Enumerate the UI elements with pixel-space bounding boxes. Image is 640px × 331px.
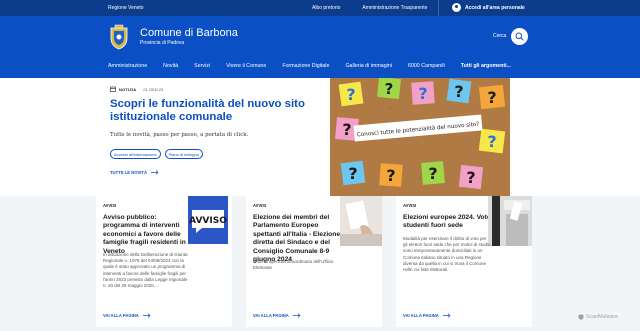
divider: [438, 0, 439, 16]
hero-image-corkboard: ? ? ? ? ? ? ? ? ? ? ? Conosci tutte le p…: [330, 78, 510, 196]
news-card-3: AVVISI Elezioni europee 2024. Voto stude…: [396, 196, 532, 327]
card-more-label: VAI ALLA PAGINA: [403, 313, 439, 318]
site-title[interactable]: Comune di Barbona: [140, 27, 238, 39]
card-more-label: VAI ALLA PAGINA: [253, 313, 289, 318]
chip-accessi[interactable]: Accessi all'informazione: [110, 149, 161, 159]
nav-item-servizi[interactable]: Servizi: [194, 63, 210, 69]
svg-text:?: ?: [487, 88, 496, 107]
search-label: Cerca: [493, 33, 507, 39]
svg-text:?: ?: [454, 82, 463, 101]
hero-title[interactable]: Scopri le funzionalità del nuovo sito is…: [110, 98, 310, 124]
search-icon: [515, 32, 524, 41]
card-category: AVVISI: [253, 203, 267, 208]
card-body: In attuazione della Deliberazione di Giu…: [103, 252, 188, 289]
nav-item-galleria[interactable]: Galleria di immagini: [345, 63, 392, 69]
hero-tag: NOTIZIA 01 GEN 23: [110, 86, 163, 92]
search-button[interactable]: [511, 28, 528, 45]
main-nav: Amministrazione Novità Servizi Vivere il…: [108, 63, 527, 69]
amministrazione-trasparente-link[interactable]: Amministrazione Trasparente: [362, 5, 427, 11]
svg-text:?: ?: [342, 120, 351, 139]
arrow-right-icon: [442, 313, 451, 318]
card-more-label: VAI ALLA PAGINA: [103, 313, 139, 318]
calendar-icon: [110, 86, 116, 92]
svg-text:?: ?: [385, 80, 394, 98]
card-category: AVVISI: [103, 203, 117, 208]
watermark-text: ScanMalware: [586, 314, 619, 320]
scanmalware-logo-icon: [578, 314, 584, 320]
chip-piano[interactable]: Piano di sviluppo: [164, 149, 203, 159]
svg-text:?: ?: [348, 164, 357, 183]
ballot-box-photo: [488, 196, 532, 246]
svg-text:?: ?: [418, 84, 427, 103]
arrow-right-icon: [151, 170, 159, 175]
card-title[interactable]: Elezioni europee 2024. Voto studenti fuo…: [403, 214, 491, 231]
site-header: Comune di Barbona Provincia di Padova Ce…: [0, 16, 640, 78]
nav-item-vivere[interactable]: Vivere il Comune: [226, 63, 266, 69]
card-title[interactable]: Elezione dei membri del Parlamento Europ…: [253, 214, 345, 264]
card-title[interactable]: Avviso pubblico: programma di interventi…: [103, 214, 191, 256]
card-body: Modalità per esercitare il diritto di vo…: [403, 236, 491, 273]
crest-logo[interactable]: [108, 24, 130, 50]
all-news-link[interactable]: TUTTE LE NOVITÀ: [110, 170, 159, 175]
svg-text:?: ?: [346, 85, 355, 104]
hero-section: NOTIZIA 01 GEN 23 Scopri le funzionalità…: [0, 78, 640, 196]
login-button[interactable]: Accedi all'area personale: [452, 3, 525, 12]
card-more-link[interactable]: VAI ALLA PAGINA: [403, 313, 451, 318]
nav-item-novita[interactable]: Novità: [163, 63, 178, 69]
avviso-thumb-text: AVVISO: [189, 216, 227, 226]
arrow-right-icon: [292, 313, 301, 318]
watermark: ScanMalware: [578, 314, 618, 320]
nav-item-amministrazione[interactable]: Amministrazione: [108, 63, 147, 69]
nav-item-campanili[interactable]: 6000 Campanili: [408, 63, 445, 69]
svg-text:?: ?: [466, 168, 475, 187]
site-subtitle: Provincia di Padova: [140, 40, 185, 46]
nav-item-all-topics[interactable]: Tutti gli argomenti...: [461, 63, 511, 69]
card-more-link[interactable]: VAI ALLA PAGINA: [253, 313, 301, 318]
svg-text:?: ?: [386, 166, 395, 185]
top-bar: Regione Veneto Albo pretorio Amministraz…: [0, 0, 640, 16]
login-label: Accedi all'area personale: [465, 4, 525, 11]
arrow-right-icon: [142, 313, 151, 318]
user-icon: [452, 3, 461, 12]
albo-pretorio-link[interactable]: Albo pretorio: [312, 5, 340, 11]
all-news-label: TUTTE LE NOVITÀ: [110, 170, 147, 175]
region-link[interactable]: Regione Veneto: [108, 5, 144, 11]
ballot-photo: [340, 196, 382, 246]
top-links: Albo pretorio Amministrazione Trasparent…: [312, 5, 427, 11]
card-body: Orari di apertura straordinaria dell'Uff…: [253, 259, 334, 271]
avviso-thumbnail: AVVISO: [188, 196, 228, 244]
news-card-2: AVVISI Elezione dei membri del Parlament…: [246, 196, 382, 327]
hero-date: 01 GEN 23: [143, 86, 164, 92]
svg-text:?: ?: [487, 132, 496, 151]
news-card-1: AVVISI Avviso pubblico: programma di int…: [96, 196, 232, 327]
hero-description: Tutte le novità, passo per passo, a port…: [110, 132, 249, 138]
nav-item-formazione[interactable]: Formazione Digitale: [282, 63, 329, 69]
card-more-link[interactable]: VAI ALLA PAGINA: [103, 313, 151, 318]
svg-text:?: ?: [428, 164, 437, 183]
hero-category: NOTIZIA: [119, 86, 137, 92]
card-category: AVVISI: [403, 203, 417, 208]
hero-chips: Accessi all'informazione Piano di svilup…: [110, 149, 203, 159]
